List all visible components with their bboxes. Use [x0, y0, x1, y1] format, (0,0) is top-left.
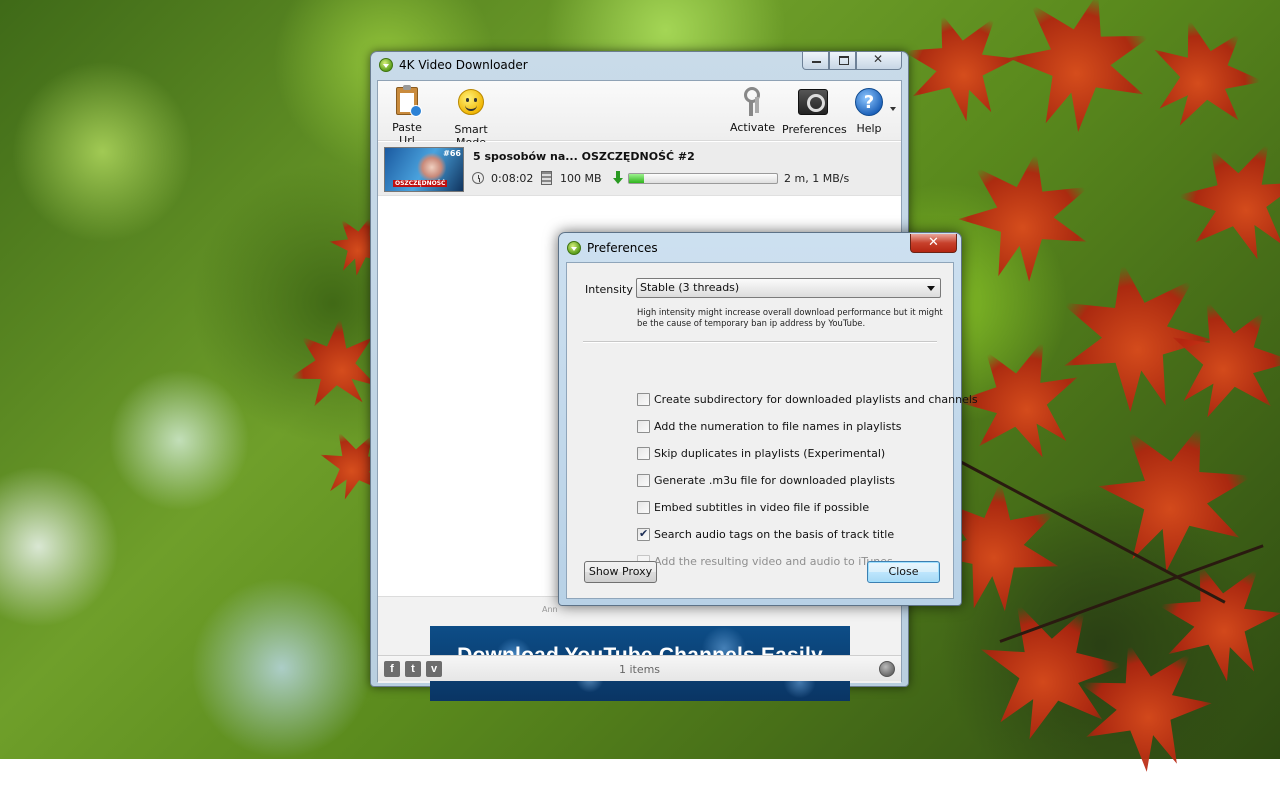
toolbar: Paste Url Smart Mode Activate Preference…: [378, 81, 901, 149]
option-label: Generate .m3u file for downloaded playli…: [654, 473, 896, 487]
app-logo-icon: [379, 58, 393, 72]
maple-leaf: [994, 0, 1165, 146]
option-add-to-itunes: Add the resulting video and audio to iTu…: [637, 553, 893, 569]
ad-label: Ann: [542, 605, 558, 614]
option-label: Add the numeration to file names in play…: [654, 419, 902, 433]
option-label: Skip duplicates in playlists (Experiment…: [654, 446, 886, 460]
intensity-select[interactable]: Stable (3 threads): [636, 278, 941, 298]
close-button[interactable]: Close: [867, 561, 940, 583]
keys-icon: [737, 87, 767, 117]
download-list-item[interactable]: #66 OSZCZĘDNOŚĆ 5 sposobów na... OSZCZĘD…: [378, 142, 901, 196]
option-embed-subtitles[interactable]: Embed subtitles in video file if possibl…: [637, 499, 869, 515]
maximize-button[interactable]: [829, 52, 856, 70]
option-label: Create subdirectory for downloaded playl…: [654, 392, 978, 406]
status-bar: f t v 1 items: [378, 655, 901, 681]
preferences-icon: [798, 89, 828, 119]
download-title: 5 sposobów na... OSZCZĘDNOŚĆ #2: [473, 150, 695, 163]
maple-leaf: [1158, 118, 1280, 282]
dialog-title: Preferences: [587, 241, 658, 255]
preferences-button[interactable]: Preferences: [782, 87, 847, 136]
checkbox[interactable]: [637, 473, 650, 487]
file-size-icon: [541, 171, 552, 185]
video-thumbnail[interactable]: #66 OSZCZĘDNOŚĆ: [384, 147, 464, 192]
checkbox[interactable]: [637, 500, 650, 514]
download-arrow-icon: [613, 171, 623, 185]
dialog-title-bar[interactable]: Preferences ✕: [559, 233, 961, 261]
option-add-numeration[interactable]: Add the numeration to file names in play…: [637, 418, 902, 434]
option-create-subdirectory[interactable]: Create subdirectory for downloaded playl…: [637, 391, 978, 407]
help-icon: ?: [854, 88, 884, 118]
chevron-down-icon: [927, 286, 935, 291]
caption-buttons: [802, 52, 902, 70]
download-progress-bar: [628, 173, 778, 184]
thumbnail-badge: #66: [443, 149, 461, 158]
globe-icon[interactable]: [879, 661, 895, 677]
app-logo-icon: [567, 241, 581, 255]
paste-url-button[interactable]: Paste Url: [384, 85, 430, 147]
separator: [583, 341, 937, 343]
activate-button[interactable]: Activate: [730, 87, 776, 134]
show-proxy-button[interactable]: Show Proxy: [584, 561, 657, 583]
option-search-audio-tags[interactable]: Search audio tags on the basis of track …: [637, 526, 894, 542]
thumbnail-caption: OSZCZĘDNOŚĆ: [393, 180, 448, 187]
intensity-label: Intensity: [585, 283, 633, 296]
checkbox[interactable]: [637, 419, 650, 433]
option-label: Embed subtitles in video file if possibl…: [654, 500, 870, 514]
clock-icon: [472, 172, 484, 184]
help-label: Help: [856, 122, 882, 135]
help-button[interactable]: ? Help: [852, 87, 886, 135]
option-label: Add the resulting video and audio to iTu…: [654, 554, 893, 568]
maple-leaf: [950, 140, 1101, 291]
dialog-body: Intensity Stable (3 threads) High intens…: [566, 262, 978, 599]
intensity-value: Stable (3 threads): [640, 281, 740, 294]
option-generate-m3u[interactable]: Generate .m3u file for downloaded playli…: [637, 472, 895, 488]
activate-label: Activate: [730, 121, 776, 134]
items-count: 1 items: [618, 663, 661, 676]
option-label: Search audio tags on the basis of track …: [654, 527, 895, 541]
smiley-icon: [456, 89, 486, 119]
download-status: 2 m, 1 MB/s: [784, 172, 850, 185]
minimize-button[interactable]: [802, 52, 829, 70]
title-bar[interactable]: 4K Video Downloader: [371, 52, 908, 78]
window-title: 4K Video Downloader: [399, 58, 528, 72]
download-size: 100 MB: [560, 172, 602, 185]
maple-leaf: [1128, 0, 1280, 152]
clipboard-icon: [392, 85, 422, 117]
option-skip-duplicates[interactable]: Skip duplicates in playlists (Experiment…: [637, 445, 885, 461]
maple-leaf: [1079, 399, 1271, 591]
intensity-help-text: High intensity might increase overall do…: [637, 307, 943, 328]
checkbox[interactable]: [637, 392, 650, 406]
maple-leaf: [954, 574, 1145, 765]
maple-leaf: [1048, 248, 1222, 422]
smart-mode-button[interactable]: Smart Mode: [440, 87, 502, 149]
dialog-close-icon[interactable]: ✕: [910, 234, 957, 253]
close-window-button[interactable]: [856, 52, 902, 70]
preferences-dialog: Preferences ✕ Intensity Stable (3 thread…: [558, 232, 978, 606]
checkbox[interactable]: [637, 446, 650, 460]
checkbox[interactable]: [637, 527, 650, 541]
preferences-label: Preferences: [782, 123, 847, 136]
download-duration: 0:08:02: [491, 172, 534, 185]
chevron-down-icon[interactable]: [890, 107, 896, 111]
maple-leaf: [890, 0, 1031, 135]
download-progress-fill: [629, 174, 644, 183]
